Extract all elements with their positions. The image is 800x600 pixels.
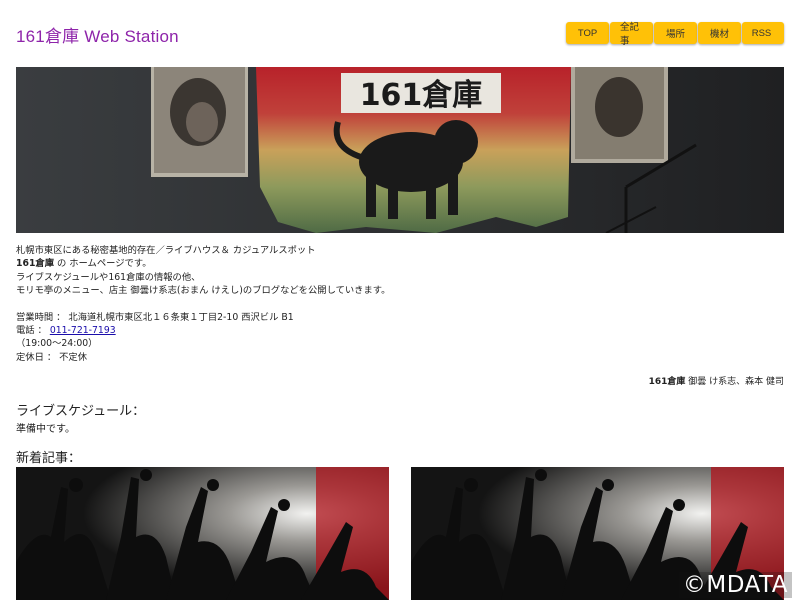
nav-rss-label: RSS bbox=[751, 27, 772, 39]
phone-link[interactable]: 011-721-7193 bbox=[50, 325, 116, 336]
intro-holiday: 定休日 ： 不定休 bbox=[16, 351, 87, 363]
intro-venue-name: 161倉庫 bbox=[16, 258, 55, 270]
hero-banner-text: 161倉庫 bbox=[360, 78, 483, 113]
nav-all-articles-button[interactable]: 全記事 bbox=[610, 22, 653, 47]
nav-rss-button[interactable]: RSS bbox=[742, 22, 784, 44]
nav-top-button[interactable]: TOP bbox=[566, 22, 609, 44]
intro-line-2-rest: の ホームページです。 bbox=[54, 258, 152, 270]
intro-time: （19:00～24:00） bbox=[16, 338, 98, 350]
watermark-text: ©MDATA bbox=[678, 572, 792, 598]
nav-equipment-button[interactable]: 機材 bbox=[698, 22, 741, 44]
main-nav: TOP 全記事 場所 機材 RSS bbox=[565, 22, 784, 47]
site-title[interactable]: 161倉庫 Web Station bbox=[16, 22, 179, 47]
schedule-heading: ライブスケジュール： bbox=[16, 404, 146, 419]
news-heading: 新着記事： bbox=[16, 451, 82, 466]
phone-label: 電話 ： bbox=[16, 325, 50, 337]
credit-line: 161倉庫 御曇 け系志、森本 健司 bbox=[649, 374, 784, 387]
schedule-text: 準備中です。 bbox=[16, 424, 75, 435]
credit-venue: 161倉庫 bbox=[648, 377, 686, 387]
intro-line-4: モリモ亭のメニュー、店主 御曇け系志(おまん けえし)のブログなどを公開していき… bbox=[16, 285, 391, 297]
intro-hours: 営業時間 ： 北海道札幌市東区北１６条東１丁目2-10 西沢ビル B1 bbox=[16, 311, 294, 323]
news-card-image-1[interactable] bbox=[16, 467, 389, 600]
intro-line-3: ライブスケジュールや161倉庫の情報の他、 bbox=[16, 271, 201, 283]
intro-line-2: 161倉庫 の ホームページです。 bbox=[16, 257, 784, 270]
hero-stage-image: 161倉庫 bbox=[16, 67, 784, 233]
intro-text: 札幌市東区にある秘密基地的存在／ライブハウス＆ カジュアルスポット 161倉庫 … bbox=[16, 244, 784, 364]
intro-line-1: 札幌市東区にある秘密基地的存在／ライブハウス＆ カジュアルスポット bbox=[16, 245, 316, 256]
credit-names: 御曇 け系志、森本 健司 bbox=[685, 377, 784, 387]
nav-location-button[interactable]: 場所 bbox=[654, 22, 697, 44]
intro-phone-line: 電話 ： 011-721-7193 bbox=[16, 324, 784, 337]
